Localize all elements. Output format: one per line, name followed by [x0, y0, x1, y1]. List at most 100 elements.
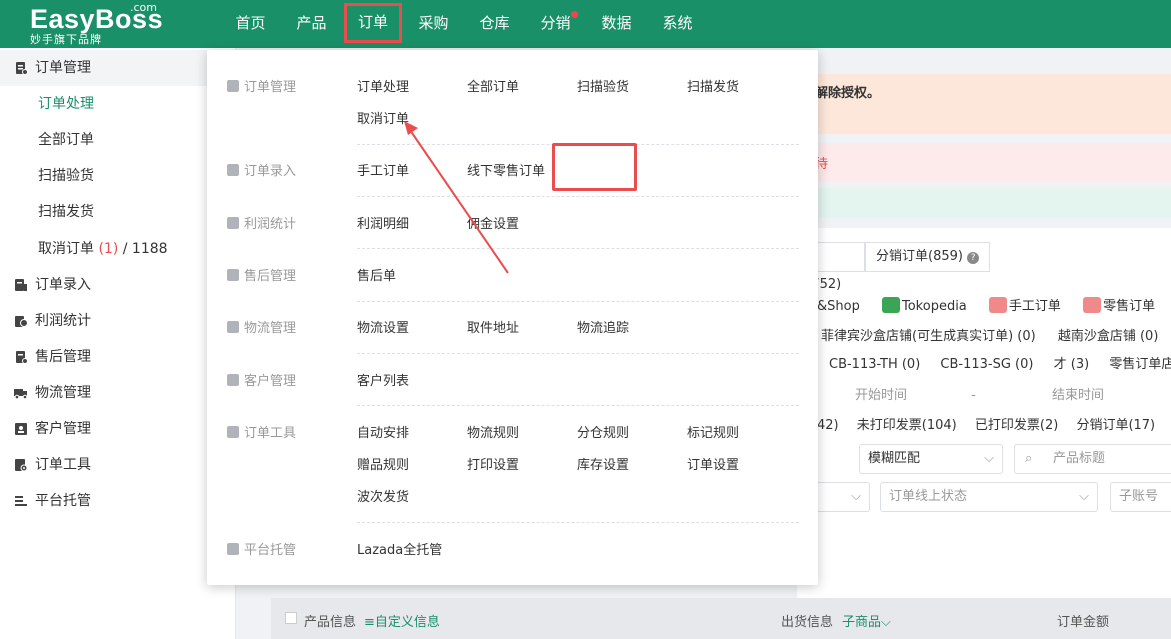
sidebar-section-label: 订单录入 — [35, 277, 91, 293]
nav-home[interactable]: 首页 — [220, 0, 281, 48]
dd-link-mark-rules[interactable]: 标记规则 — [687, 422, 739, 441]
dd-link-auto-arrange[interactable]: 自动安排 — [357, 422, 409, 441]
platform-manual[interactable]: 手工订单 — [988, 297, 1061, 314]
dd-link-logistics-settings[interactable]: 物流设置 — [357, 317, 409, 336]
dd-link-wave-shipping[interactable]: 波次发货 — [357, 486, 409, 505]
tools-icon — [15, 459, 28, 472]
chevron-down-icon: ⌵ — [851, 489, 861, 504]
auth-banner: 解除授权。 — [797, 74, 1171, 134]
select-all-checkbox[interactable] — [285, 612, 297, 624]
platform-shop[interactable]: &Shop — [817, 299, 860, 314]
sub-account-input[interactable]: 子账号 — [1110, 482, 1171, 512]
manual-order-icon — [988, 297, 1007, 313]
dd-link-scan-inspect[interactable]: 扫描验货 — [577, 76, 629, 95]
sidebar-item-scan-ship[interactable]: 扫描发货 — [0, 194, 210, 230]
status-filters: 42) 未打印发票(104) 已打印发票(2) 分销订单(17) — [817, 414, 1155, 433]
nav-products[interactable]: 产品 — [281, 0, 342, 48]
coins-icon — [15, 316, 28, 327]
sidebar-section-hosting[interactable]: 平台托管 — [0, 483, 210, 519]
dd-link-aftersale-order[interactable]: 售后单 — [357, 265, 396, 284]
dd-link-order-settings[interactable]: 订单设置 — [687, 454, 739, 473]
logo-tagline: 妙手旗下品牌 — [30, 33, 102, 46]
sidebar-section-customer[interactable]: 客户管理 — [0, 411, 210, 447]
filter-printed-invoice[interactable]: 已打印发票(2) — [975, 418, 1058, 433]
tab-distribution-orders[interactable]: 分销订单(859) ? — [865, 242, 991, 272]
match-mode-value: 模糊匹配 — [868, 451, 921, 466]
tab-distribution-label: 分销订单(859) — [876, 249, 963, 264]
platform-retail[interactable]: 零售订单 — [1083, 297, 1155, 314]
store-ph-sandbox[interactable]: 菲律宾沙盒店铺(可生成真实订单) (0) — [821, 329, 1036, 344]
warning-banner: 待 — [797, 143, 1171, 181]
nav-system[interactable]: 系统 — [647, 0, 708, 48]
tokopedia-icon — [881, 297, 900, 313]
order-table-header: 产品信息 ≡自定义信息 出货信息 子商品⌵ 订单金额 — [271, 598, 1171, 639]
sub-product-toggle[interactable]: 子商品⌵ — [842, 611, 891, 630]
dd-link-all-orders[interactable]: 全部订单 — [467, 76, 519, 95]
filter-distribution[interactable]: 分销订单(17) — [1076, 418, 1155, 433]
match-mode-select[interactable]: 模糊匹配 ⌵ — [859, 444, 1003, 474]
store-cb-sg[interactable]: CB-113-SG (0) — [940, 357, 1033, 372]
aftersale-icon — [227, 269, 239, 281]
sidebar-item-scan-inspect[interactable]: 扫描验货 — [0, 158, 210, 194]
dd-category-label: 订单录入 — [244, 164, 297, 179]
date-separator: - — [971, 388, 976, 403]
store-retail[interactable]: 零售订单店铺 — [1109, 357, 1171, 372]
nav-purchase[interactable]: 采购 — [403, 0, 464, 48]
filter-unprinted-invoice[interactable]: 未打印发票(104) — [857, 418, 957, 433]
dd-link-tracking[interactable]: 物流追踪 — [577, 317, 629, 336]
sidebar-section-order-mgmt[interactable]: 订单管理 — [0, 50, 210, 86]
dd-link-customer-list[interactable]: 客户列表 — [357, 370, 409, 389]
dd-link-manual-order[interactable]: 手工订单 — [357, 160, 409, 179]
sidebar-item-all-orders[interactable]: 全部订单 — [0, 122, 210, 158]
sidebar-section-tools[interactable]: 订单工具 — [0, 447, 210, 483]
nav-orders[interactable]: 订单 — [343, 2, 403, 44]
store-cai[interactable]: 才 (3) — [1054, 357, 1090, 372]
dd-link-lazada-hosting[interactable]: Lazada全托管 — [357, 539, 442, 558]
dd-link-warehouse-rules[interactable]: 分仓规则 — [577, 422, 629, 441]
order-entry-icon — [227, 164, 239, 176]
search-icon: ⌕ — [1025, 451, 1033, 466]
dd-link-cancel-orders[interactable]: 取消订单 — [357, 108, 409, 127]
online-status-select[interactable]: 订单线上状态 ⌵ — [880, 482, 1098, 512]
dd-link-pickup-address[interactable]: 取件地址 — [467, 317, 519, 336]
dd-link-logistics-rules[interactable]: 物流规则 — [467, 422, 519, 441]
dd-separator — [357, 248, 799, 249]
dd-link-inventory-settings[interactable]: 库存设置 — [577, 454, 629, 473]
dd-link-order-processing[interactable]: 订单处理 — [357, 76, 409, 95]
logo[interactable]: EasyBoss .com 妙手旗下品牌 — [30, 1, 163, 46]
sidebar-section-logistics[interactable]: 物流管理 — [0, 375, 210, 411]
date-range[interactable]: 开始时间 - 结束时间 — [855, 384, 1104, 403]
nav-data[interactable]: 数据 — [586, 0, 647, 48]
top-bar: EasyBoss .com 妙手旗下品牌 首页 产品 订单 采购 仓库 分销 数… — [0, 0, 1171, 48]
filter-partial[interactable]: 42) — [817, 418, 839, 433]
dd-category-hosting: 平台托管 — [227, 539, 296, 558]
sidebar-section-aftersale[interactable]: 售后管理 — [0, 339, 210, 375]
dd-link-commission[interactable]: 佣金设置 — [467, 213, 519, 232]
dd-link-offline-retail[interactable]: 线下零售订单 — [467, 160, 545, 179]
sidebar-section-order-entry[interactable]: 订单录入 — [0, 267, 210, 303]
sidebar-section-label: 订单工具 — [35, 457, 91, 473]
sidebar-item-order-processing[interactable]: 订单处理 — [0, 86, 210, 122]
date-end: 结束时间 — [1052, 388, 1105, 403]
dd-category-order-mgmt: 订单管理 — [227, 76, 296, 95]
nav-distribution[interactable]: 分销 — [525, 0, 586, 48]
dd-link-gift-rules[interactable]: 赠品规则 — [357, 454, 409, 473]
sidebar-item-cancel-orders[interactable]: 取消订单 (1) / 1188 — [0, 231, 210, 267]
product-title-input[interactable]: ⌕ 产品标题 — [1014, 444, 1171, 474]
dd-link-profit-detail[interactable]: 利润明细 — [357, 213, 409, 232]
auth-banner-text: 解除授权。 — [815, 86, 881, 101]
dd-link-scan-ship[interactable]: 扫描发货 — [687, 76, 739, 95]
nav-warehouse[interactable]: 仓库 — [464, 0, 525, 48]
platform-manual-label: 手工订单 — [1008, 299, 1061, 314]
dd-category-label: 平台托管 — [244, 543, 297, 558]
sidebar-section-profit[interactable]: 利润统计 — [0, 303, 210, 339]
dd-category-logistics: 物流管理 — [227, 317, 296, 336]
store-cb-th[interactable]: CB-113-TH (0) — [829, 357, 920, 372]
custom-info-link[interactable]: ≡自定义信息 — [364, 611, 440, 630]
col-ship-info: 出货信息 — [781, 615, 834, 630]
logo-com: .com — [130, 1, 157, 14]
platform-tokopedia[interactable]: Tokopedia — [881, 297, 967, 314]
dd-link-print-settings[interactable]: 打印设置 — [467, 454, 519, 473]
store-vn-sandbox[interactable]: 越南沙盒店铺 (0) — [1058, 329, 1159, 344]
dd-category-customer: 客户管理 — [227, 370, 296, 389]
